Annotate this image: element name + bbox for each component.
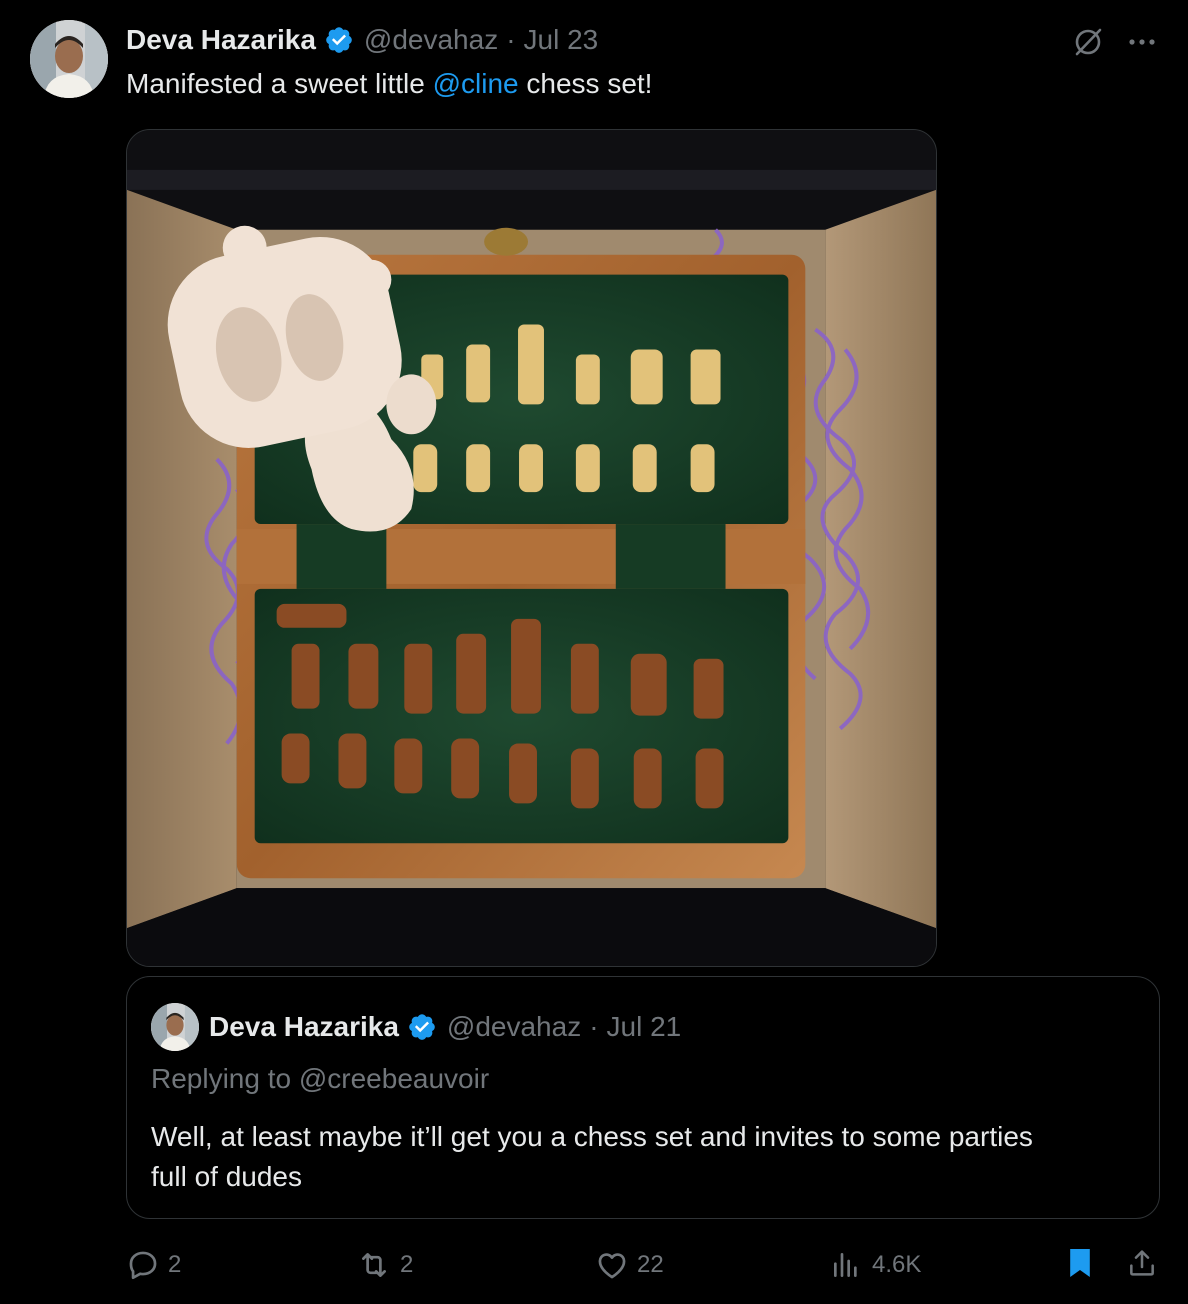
dot-separator: · [506, 24, 516, 55]
author-handle[interactable]: @devahaz [364, 24, 498, 56]
like-icon [595, 1248, 629, 1282]
replying-to: Replying to @creebeauvoir [151, 1063, 490, 1094]
verified-icon [324, 25, 354, 55]
reply-count: 2 [168, 1251, 182, 1278]
share-icon [1126, 1247, 1158, 1284]
quoted-author-name: Deva Hazarika [209, 1011, 399, 1042]
quoted-date: Jul 21 [606, 1011, 682, 1042]
quoted-text: Well, at least maybe it’ll get you a che… [151, 1117, 1033, 1197]
share-button[interactable] [1124, 1247, 1160, 1283]
quoted-text-line-2: full of dudes [151, 1161, 302, 1192]
tweet-text: Manifested a sweet little @cline chess s… [126, 66, 652, 102]
reply-icon [126, 1248, 160, 1282]
grok-icon[interactable] [1070, 24, 1106, 60]
tweet-text-before: Manifested a sweet little [126, 68, 433, 99]
tweet-text-after: chess set! [518, 68, 653, 99]
like-button[interactable]: 22 [595, 1247, 664, 1283]
tweet-header: Deva Hazarika @devahaz · Jul 23 [126, 22, 598, 58]
bookmark-button[interactable] [1062, 1247, 1098, 1283]
tweet-date[interactable]: Jul 23 [524, 24, 599, 56]
views-button[interactable]: 4.6K [830, 1247, 921, 1283]
author-name[interactable]: Deva Hazarika [126, 24, 316, 56]
views-count: 4.6K [872, 1251, 922, 1278]
views-icon [830, 1249, 862, 1281]
quoted-tweet[interactable]: Deva Hazarika @devahaz · Jul 21 Replying… [126, 976, 1160, 1219]
tweet-image[interactable] [126, 129, 937, 967]
author-avatar[interactable] [30, 20, 108, 98]
repost-button[interactable]: 2 [356, 1247, 413, 1283]
bookmark-icon [1066, 1246, 1094, 1285]
dot-separator: · [589, 1011, 599, 1042]
mention-link[interactable]: @cline [433, 68, 519, 99]
reply-button[interactable]: 2 [126, 1247, 181, 1283]
quoted-header: Deva Hazarika @devahaz · Jul 21 [209, 1009, 681, 1045]
quoted-author-avatar[interactable] [151, 1003, 199, 1051]
verified-icon [407, 1012, 437, 1042]
more-icon[interactable] [1124, 24, 1160, 60]
repost-count: 2 [400, 1251, 414, 1278]
action-bar: 2 2 22 4.6K [0, 1237, 1188, 1293]
quoted-text-line-1: Well, at least maybe it’ll get you a che… [151, 1121, 1033, 1152]
like-count: 22 [637, 1251, 664, 1278]
quoted-author-handle: @devahaz [446, 1011, 582, 1042]
repost-icon [356, 1248, 392, 1282]
